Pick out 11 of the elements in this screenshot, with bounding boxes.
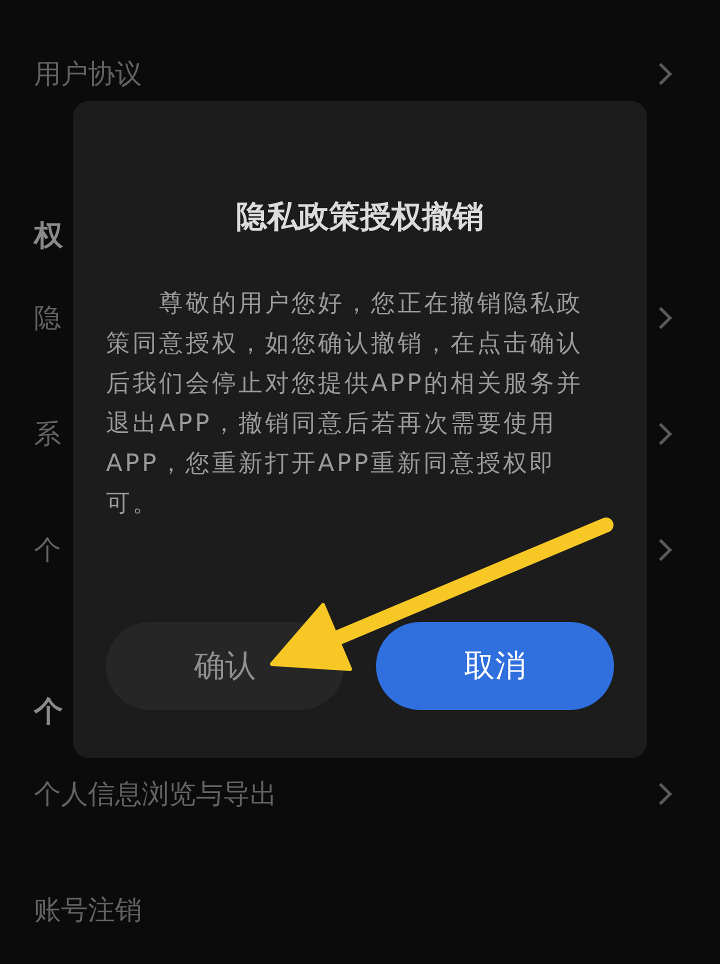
dialog-title: 隐私政策授权撤销 bbox=[235, 198, 485, 237]
section-header: 个 bbox=[34, 693, 63, 730]
dialog-message: 尊敬的用户您好，您正在撤销隐私政策同意授权，如您确认撤销，在点击确认后我们会停止对您提供APP的相关服务并退出APP，撤销同意后若再次需要使用APP，您重新打开APP重新同意授权即可。 bbox=[106, 288, 584, 519]
section-header: 权 bbox=[34, 217, 63, 254]
settings-item[interactable]: 隐 bbox=[34, 300, 61, 336]
settings-item[interactable]: 系 bbox=[34, 416, 61, 452]
settings-item[interactable]: 个 bbox=[34, 532, 61, 568]
settings-item[interactable]: 账号注销 bbox=[34, 892, 142, 928]
cancel-button[interactable]: 取消 bbox=[376, 622, 614, 710]
settings-item[interactable]: 用户协议 bbox=[34, 56, 142, 92]
settings-item[interactable]: 个人信息浏览与导出 bbox=[34, 776, 277, 812]
